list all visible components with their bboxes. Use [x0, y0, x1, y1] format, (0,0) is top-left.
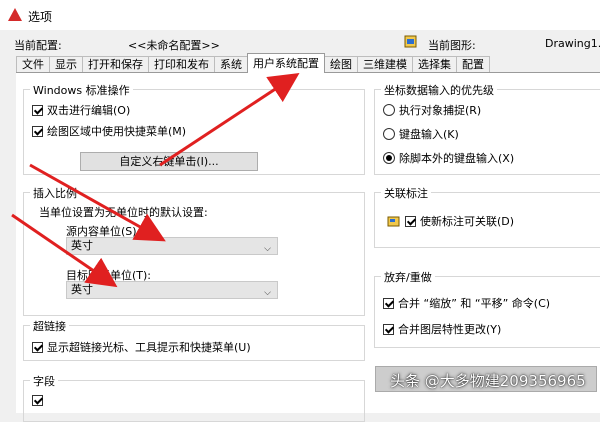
tab-file[interactable]: 文件	[16, 56, 50, 73]
insert-scale-desc: 当单位设置为无单位时的默认设置:	[39, 206, 208, 219]
assoc-dim-label: 使新标注可关联(D)	[420, 215, 515, 228]
coord-option-keyboard[interactable]: 键盘输入(K)	[383, 126, 459, 142]
assoc-dim-checkbox[interactable]	[405, 215, 416, 227]
chevron-down-icon: ⌵	[264, 244, 271, 254]
merge-layer-checkbox[interactable]	[383, 323, 394, 335]
source-units-value: 英寸	[71, 239, 93, 252]
target-units-select[interactable]: 英寸 ⌵	[66, 281, 278, 299]
coord-keyboard-except-scripts-label: 除脚本外的键盘输入(X)	[399, 152, 515, 165]
undo-redo-group: 放弃/重做 合并 “缩放” 和 “平移” 命令(C) 合并图层特性更改(Y)	[374, 269, 600, 348]
insert-scale-group: 插入比例 当单位设置为无单位时的默认设置: 源内容单位(S) 英寸 ⌵ 目标图形…	[23, 185, 365, 316]
merge-zoom-pan-checkbox[interactable]	[383, 297, 394, 309]
coord-keyboard-except-scripts-radio[interactable]	[383, 152, 395, 164]
current-drawing-value: Drawing1.	[545, 37, 600, 50]
dimension-link-icon	[387, 216, 400, 226]
source-units-select[interactable]: 英寸 ⌵	[66, 237, 278, 255]
fields-group: 字段	[23, 373, 365, 422]
tab-system[interactable]: 系统	[214, 56, 248, 73]
fields-option[interactable]	[32, 395, 47, 406]
coord-priority-group: 坐标数据输入的优先级 执行对象捕捉(R) 键盘输入(K) 除脚本外的键盘输入(X…	[374, 82, 600, 175]
tab-plot-publish[interactable]: 打印和发布	[148, 56, 215, 73]
title-bar: 选项	[0, 0, 600, 30]
current-drawing-label: 当前图形:	[428, 39, 476, 52]
double-click-edit-label: 双击进行编辑(O)	[47, 104, 131, 117]
tab-bar: 文件 显示 打开和保存 打印和发布 系统 用户系统配置 绘图 三维建模 选择集 …	[16, 53, 490, 73]
watermark-text: 头条 @大多物建209356965	[390, 372, 586, 390]
tab-drafting[interactable]: 绘图	[324, 56, 358, 73]
double-click-edit-checkbox[interactable]	[32, 104, 43, 116]
current-config-value: <<未命名配置>>	[128, 39, 220, 52]
current-config-label: 当前配置:	[14, 39, 62, 52]
double-click-edit-option[interactable]: 双击进行编辑(O)	[32, 102, 130, 118]
assoc-dim-group: 关联标注 使新标注可关联(D)	[374, 185, 600, 248]
tab-display[interactable]: 显示	[49, 56, 83, 73]
chevron-down-icon: ⌵	[264, 288, 271, 298]
customize-right-click-button[interactable]: 自定义右键单击(I)...	[80, 152, 258, 171]
tab-3d-modeling[interactable]: 三维建模	[357, 56, 413, 73]
drawing-file-icon	[404, 35, 417, 48]
tab-selection[interactable]: 选择集	[412, 56, 457, 73]
hyperlink-checkbox[interactable]	[32, 341, 43, 353]
merge-layer-label: 合并图层特性更改(Y)	[398, 323, 502, 336]
shortcut-menu-checkbox[interactable]	[32, 125, 43, 137]
coord-osnap-radio[interactable]	[383, 104, 395, 116]
coord-option-osnap[interactable]: 执行对象捕捉(R)	[383, 102, 481, 118]
hyperlink-group: 超链接 显示超链接光标、工具提示和快捷菜单(U)	[23, 318, 365, 361]
fields-title: 字段	[30, 373, 58, 389]
undo-redo-title: 放弃/重做	[381, 269, 435, 285]
hyperlink-option[interactable]: 显示超链接光标、工具提示和快捷菜单(U)	[32, 339, 251, 355]
coord-keyboard-label: 键盘输入(K)	[399, 128, 459, 141]
coord-keyboard-radio[interactable]	[383, 128, 395, 140]
tab-open-save[interactable]: 打开和保存	[82, 56, 149, 73]
hyperlink-label: 显示超链接光标、工具提示和快捷菜单(U)	[47, 341, 251, 354]
shortcut-menu-option[interactable]: 绘图区域中使用快捷菜单(M)	[32, 123, 186, 139]
merge-zoom-pan-label: 合并 “缩放” 和 “平移” 命令(C)	[398, 297, 551, 310]
windows-ops-title: Windows 标准操作	[30, 82, 133, 98]
merge-layer-option[interactable]: 合并图层特性更改(Y)	[383, 321, 501, 337]
tab-profiles[interactable]: 配置	[456, 56, 490, 73]
coord-osnap-label: 执行对象捕捉(R)	[399, 104, 482, 117]
window-title: 选项	[28, 10, 53, 24]
assoc-dim-option[interactable]: 使新标注可关联(D)	[387, 213, 514, 229]
autocad-logo-icon	[8, 8, 22, 21]
tab-panel: Windows 标准操作 双击进行编辑(O) 绘图区域中使用快捷菜单(M) 自定…	[16, 72, 600, 422]
shortcut-menu-label: 绘图区域中使用快捷菜单(M)	[47, 125, 187, 138]
coord-priority-title: 坐标数据输入的优先级	[381, 82, 497, 98]
hyperlink-title: 超链接	[30, 318, 69, 334]
insert-scale-title: 插入比例	[30, 185, 80, 201]
fields-checkbox[interactable]	[32, 395, 43, 406]
assoc-dim-title: 关联标注	[381, 185, 431, 201]
merge-zoom-pan-option[interactable]: 合并 “缩放” 和 “平移” 命令(C)	[383, 295, 550, 311]
tab-user-preferences[interactable]: 用户系统配置	[247, 53, 325, 73]
coord-option-keyboard-except-scripts[interactable]: 除脚本外的键盘输入(X)	[383, 150, 514, 166]
windows-ops-group: Windows 标准操作 双击进行编辑(O) 绘图区域中使用快捷菜单(M) 自定…	[23, 82, 365, 175]
target-units-value: 英寸	[71, 283, 93, 296]
